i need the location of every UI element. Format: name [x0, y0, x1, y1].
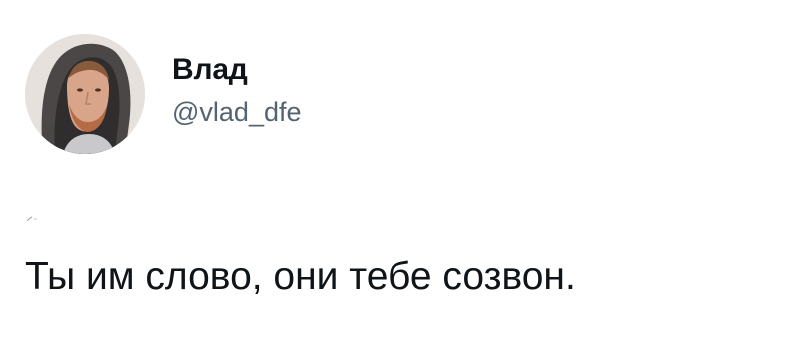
- author-handle[interactable]: @vlad_dfe: [172, 96, 302, 128]
- author-display-name[interactable]: Влад: [172, 52, 302, 88]
- tweet-text: Ты им слово, они тебе созвон.: [25, 255, 576, 298]
- avatar-photo-icon: [25, 34, 145, 154]
- author-info: Влад @vlad_dfe: [172, 52, 302, 128]
- author-avatar[interactable]: [25, 34, 145, 154]
- artifact-mark-icon: [26, 216, 37, 222]
- tweet-card: Влад @vlad_dfe Ты им слово, они тебе соз…: [0, 0, 800, 362]
